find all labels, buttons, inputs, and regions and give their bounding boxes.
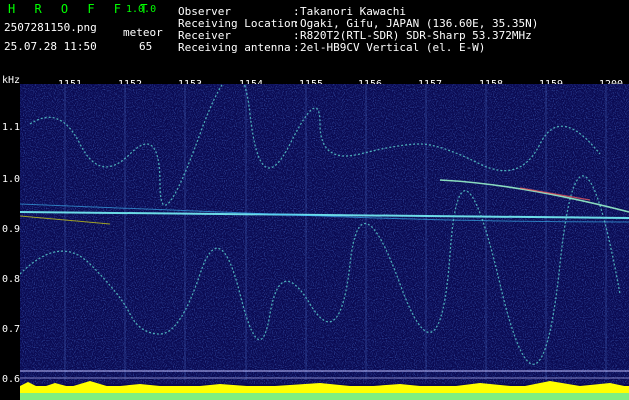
- meteor-count: 65: [139, 40, 153, 53]
- meteor-label: meteor: [123, 26, 163, 39]
- y-tick-0.6: 0.6: [2, 374, 21, 385]
- antenna-sep: :: [293, 41, 300, 54]
- y-tick-0.9: 0.9: [2, 224, 21, 235]
- spectrogram-svg: [20, 84, 629, 400]
- app-version: 1.0.0: [126, 4, 157, 15]
- timestamp: 25.07.28 11:50: [4, 40, 97, 53]
- noise-texture: [20, 84, 629, 384]
- y-tick-0.7: 0.7: [2, 324, 21, 335]
- spectrogram: [20, 84, 629, 400]
- header: H R O F F T 1.0.0 2507281150.png 25.07.2…: [0, 0, 629, 74]
- y-tick-1.0: 1.0: [2, 174, 21, 185]
- antenna-value: 2el-HB9CV Vertical (el. E-W): [300, 41, 486, 54]
- file-name: 2507281150.png: [4, 21, 97, 34]
- y-tick-0.8: 0.8: [2, 274, 21, 285]
- antenna-key: Receiving antenna: [178, 41, 291, 54]
- noise-level-base: [20, 393, 629, 400]
- y-tick-1.1: 1.1: [2, 122, 21, 133]
- unit-label: kHz: [2, 75, 21, 86]
